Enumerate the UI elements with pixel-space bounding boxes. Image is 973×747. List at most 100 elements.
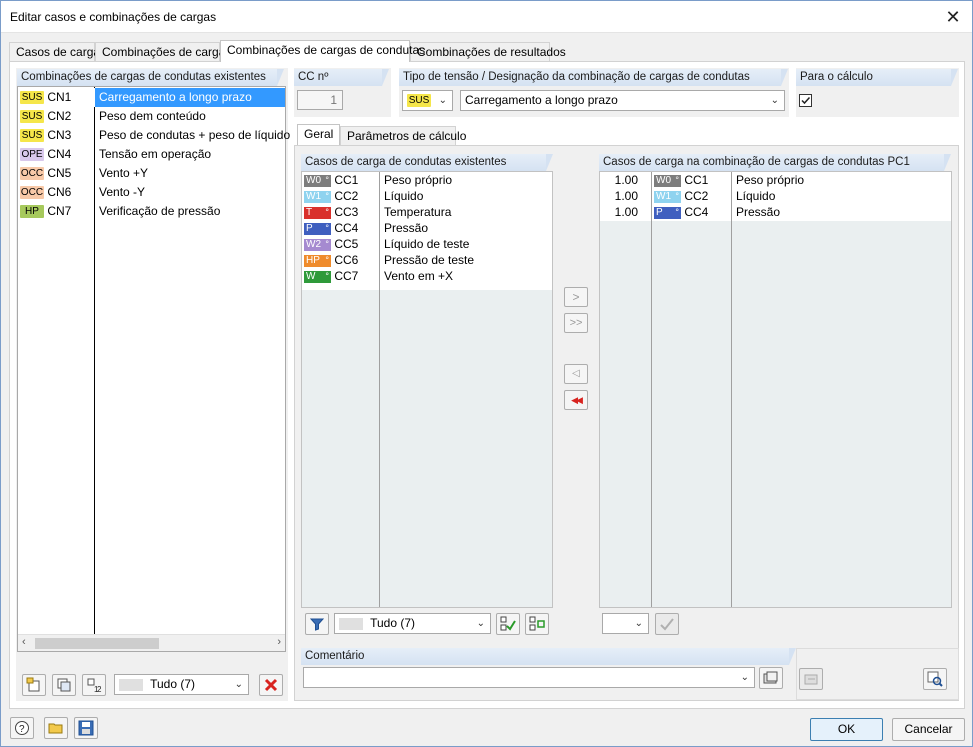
combo-lc-list[interactable]: 1.00W0 CC1Peso próprio1.00W1 CC2Líquido1… bbox=[599, 171, 952, 608]
lc-name: Vento em +X bbox=[384, 269, 454, 283]
add-all-button[interactable]: >> bbox=[564, 313, 588, 333]
list-item[interactable]: 1.00 P CC4 Pressão bbox=[600, 204, 951, 220]
lc-id-cell: W CC7 bbox=[304, 268, 358, 284]
open-button[interactable] bbox=[44, 717, 68, 739]
close-icon[interactable]: ✕ bbox=[942, 6, 964, 28]
lc-id: CC4 bbox=[684, 205, 709, 219]
list-item[interactable]: T CC3 Temperatura bbox=[302, 204, 552, 220]
tab-pipe-load-combinations[interactable]: Combinações de cargas de condutas bbox=[220, 40, 425, 62]
stress-type-select[interactable]: SUS ⌄ bbox=[402, 90, 453, 111]
combo-name: Verificação de pressão bbox=[99, 204, 221, 218]
list-item[interactable]: SUS CN3 Peso de condutas + peso de líquid… bbox=[18, 126, 290, 145]
apply-factor-button[interactable] bbox=[655, 613, 679, 635]
list-item[interactable]: SUS CN2 Peso dem conteúdo bbox=[18, 107, 285, 126]
lc-id: CC2 bbox=[334, 189, 359, 203]
add-button[interactable]: > bbox=[564, 287, 588, 307]
comment-input[interactable]: ⌄ bbox=[303, 667, 755, 688]
left-filter-select[interactable]: Tudo (7) ⌄ bbox=[114, 674, 249, 695]
dialog-window: Editar casos e combinações de cargas ✕ C… bbox=[0, 0, 973, 747]
remove-button[interactable]: ◁ bbox=[564, 364, 588, 384]
lc-filter-select[interactable]: Tudo (7) ⌄ bbox=[334, 613, 491, 634]
factor-value: 1.00 bbox=[614, 189, 638, 203]
combo-lc-header: Casos de carga na combinação de cargas d… bbox=[599, 154, 951, 171]
existing-combos-header: Combinações de cargas de condutas existe… bbox=[17, 69, 284, 86]
combo-id-cell: SUS CN2 bbox=[18, 107, 95, 126]
designation-select[interactable]: Carregamento a longo prazo ⌄ bbox=[460, 90, 785, 111]
list-item[interactable]: OPE CN4 Tensão em operação bbox=[18, 145, 285, 164]
horizontal-scrollbar[interactable]: ‹ › bbox=[18, 634, 285, 651]
tab-content: Combinações de cargas de condutas existe… bbox=[9, 61, 965, 709]
list-item[interactable]: P CC4 Pressão bbox=[302, 220, 552, 236]
color-swatch bbox=[339, 617, 363, 630]
delete-combination-button[interactable] bbox=[259, 674, 283, 696]
select-all-icon bbox=[500, 616, 516, 631]
cc-number-label: CC nº bbox=[294, 69, 389, 86]
column-separator bbox=[651, 172, 652, 607]
list-item[interactable]: SUS CN1 Carregamento a longo prazo bbox=[18, 88, 285, 107]
existing-lc-header: Casos de carga de condutas existentes bbox=[301, 154, 553, 171]
chevron-down-icon: ⌄ bbox=[740, 672, 749, 683]
combo-id-cell: HP CN7 bbox=[18, 202, 95, 221]
export-button[interactable] bbox=[799, 668, 823, 690]
view-details-button[interactable] bbox=[923, 668, 947, 690]
copy-combination-button[interactable] bbox=[52, 674, 76, 696]
lc-id: CC7 bbox=[334, 269, 359, 283]
lc-id-cell: W0 CC1 bbox=[654, 172, 708, 188]
list-item[interactable]: 1.00 W1 CC2 Líquido bbox=[600, 188, 951, 204]
lc-id-cell: HP CC6 bbox=[304, 252, 358, 268]
for-calc-checkbox[interactable] bbox=[799, 94, 812, 107]
scroll-left-icon[interactable]: ‹ bbox=[22, 636, 26, 648]
filter-button[interactable] bbox=[305, 613, 329, 635]
delete-icon bbox=[264, 678, 278, 692]
list-item[interactable]: W2 CC5 Líquido de teste bbox=[302, 236, 552, 252]
tab-load-cases[interactable]: Casos de carga bbox=[9, 42, 100, 61]
combo-id: CN7 bbox=[47, 204, 72, 218]
lc-id-cell: W0 CC1 bbox=[304, 172, 358, 188]
list-item[interactable]: 1.00 W0 CC1 Peso próprio bbox=[600, 172, 951, 188]
copy-icon bbox=[57, 678, 71, 692]
list-item[interactable]: W CC7 Vento em +X bbox=[302, 268, 552, 284]
save-button[interactable] bbox=[74, 717, 98, 739]
tab-load-combinations[interactable]: Combinações de cargas bbox=[95, 42, 231, 61]
lc-id-cell: W2 CC5 bbox=[304, 236, 358, 252]
list-item[interactable]: W0 CC1 Peso próprio bbox=[302, 172, 552, 188]
list-item[interactable]: HP CC6 Pressão de teste bbox=[302, 252, 552, 268]
remove-all-button[interactable]: ◀◀ bbox=[564, 390, 588, 410]
existing-lc-list[interactable]: W0 CC1 Peso próprio W1 CC2 Líquido T CC3 Temp… bbox=[301, 171, 553, 608]
subtab-calc-params[interactable]: Parâmetros de cálculo bbox=[340, 126, 466, 145]
scrollbar-thumb[interactable] bbox=[35, 638, 159, 649]
lc-id-cell: W1 CC2 bbox=[304, 188, 358, 204]
list-item[interactable]: OCC CN5 Vento +Y bbox=[18, 164, 285, 183]
tab-result-combinations[interactable]: Combinações de resultados bbox=[410, 42, 566, 61]
renumber-button[interactable]: 12 bbox=[82, 674, 106, 696]
lc-name: Peso próprio bbox=[384, 173, 453, 187]
comment-label: Comentário bbox=[301, 648, 796, 665]
stress-type-label: Tipo de tensão / Designação da combinaçã… bbox=[399, 69, 788, 86]
scroll-right-icon[interactable]: › bbox=[277, 636, 281, 648]
cancel-button[interactable]: Cancelar bbox=[892, 718, 965, 741]
folder-icon bbox=[48, 723, 63, 734]
lc-id-cell: P CC4 bbox=[654, 204, 708, 220]
lc-id: CC4 bbox=[334, 221, 359, 235]
factor-select[interactable]: ⌄ bbox=[602, 613, 649, 634]
cc-number-field[interactable]: 1 bbox=[297, 90, 343, 110]
new-combination-button[interactable] bbox=[22, 674, 46, 696]
combo-name: Carregamento a longo prazo bbox=[95, 88, 285, 107]
invert-selection-button[interactable] bbox=[525, 613, 549, 635]
factor-value: 1.00 bbox=[614, 205, 638, 219]
lc-type-badge: P bbox=[304, 222, 331, 235]
subtab-general[interactable]: Geral bbox=[297, 124, 340, 145]
designation-value: Carregamento a longo prazo bbox=[465, 93, 618, 107]
list-item[interactable]: W1 CC2 Líquido bbox=[302, 188, 552, 204]
lc-type-badge: W0 bbox=[654, 174, 681, 187]
ok-button[interactable]: OK bbox=[810, 718, 883, 741]
chevron-down-icon: ⌄ bbox=[634, 618, 643, 629]
existing-combos-list[interactable]: SUS CN1 Carregamento a longo prazo SUS CN2… bbox=[17, 86, 290, 652]
list-item[interactable]: HP CN7 Verificação de pressão bbox=[18, 202, 285, 221]
list-item[interactable]: OCC CN6 Vento -Y bbox=[18, 183, 285, 202]
help-button[interactable]: ? bbox=[10, 717, 34, 739]
comment-library-button[interactable] bbox=[759, 667, 783, 689]
select-all-button[interactable] bbox=[496, 613, 520, 635]
svg-text:2: 2 bbox=[97, 685, 102, 693]
color-swatch bbox=[119, 678, 143, 691]
